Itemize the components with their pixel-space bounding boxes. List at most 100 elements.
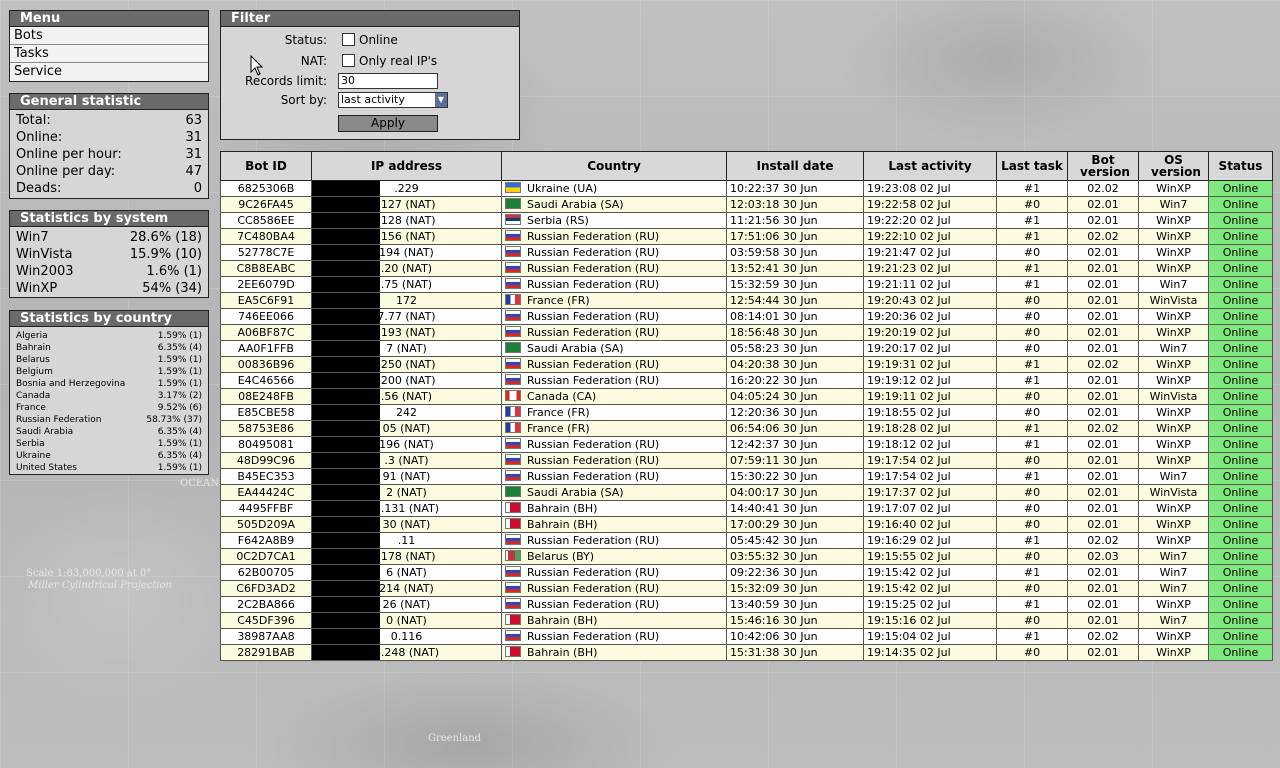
bot-id-cell[interactable]: C45DF396 <box>220 612 312 629</box>
status-online-checkbox[interactable] <box>342 33 355 46</box>
menu-item-bots[interactable]: Bots <box>10 27 208 45</box>
bot-id-cell[interactable]: 08E248FB <box>220 388 312 405</box>
redaction-block <box>312 613 380 628</box>
country-stat-name: Canada <box>16 391 51 401</box>
table-row[interactable]: 2EE6079D .75 (NAT) Russian Federation (RU)… <box>220 276 1273 293</box>
ip-address-text: .127 (NAT) <box>377 197 436 211</box>
table-row[interactable]: CC8586EE .128 (NAT) Serbia (RS) 11:21:56 30… <box>220 212 1273 229</box>
country-cell: Saudi Arabia (SA) <box>501 196 727 213</box>
bot-id-cell[interactable]: 62B00705 <box>220 564 312 581</box>
country-text: Bahrain (BH) <box>527 645 598 659</box>
ip-address-cell: 0 (NAT) <box>311 612 502 629</box>
table-row[interactable]: 80495081 196 (NAT) Russian Federation (RU)… <box>220 436 1273 453</box>
header-status[interactable]: Status <box>1208 151 1273 181</box>
table-row[interactable]: C6FD3AD2 214 (NAT) Russian Federation (RU)… <box>220 580 1273 597</box>
table-row[interactable]: 7C480BA4 .156 (NAT) Russian Federation (RU… <box>220 228 1273 245</box>
table-row[interactable]: C45DF396 0 (NAT) Bahrain (BH) 15:46:16 30 J… <box>220 612 1273 629</box>
ip-address-text: .20 (NAT) <box>380 261 433 275</box>
filter-panel: Filter Status: Online NAT: Only real IP'… <box>220 10 520 140</box>
table-row[interactable]: 08E248FB .56 (NAT) Canada (CA) 04:05:24 30 … <box>220 388 1273 405</box>
bot-id-cell[interactable]: 38987AA8 <box>220 628 312 645</box>
table-row[interactable]: 48D99C96 .3 (NAT) Russian Federation (RU) 0… <box>220 452 1273 469</box>
table-row[interactable]: 58753E86 05 (NAT) France (FR) 06:54:06 30 J… <box>220 420 1273 437</box>
table-row[interactable]: E4C46566 .200 (NAT) Russian Federation (RU… <box>220 372 1273 389</box>
bot-id-cell[interactable]: 58753E86 <box>220 420 312 437</box>
bot-id-cell[interactable]: 0C2D7CA1 <box>220 548 312 565</box>
country-text: Russian Federation (RU) <box>527 629 660 643</box>
table-row[interactable]: 62B00705 6 (NAT) Russian Federation (RU) 09… <box>220 564 1273 581</box>
bot-id-cell[interactable]: C8B8EABC <box>220 260 312 277</box>
last-activity-cell: 19:19:31 02 Jul <box>863 356 997 373</box>
header-bot-version[interactable]: Bot version <box>1067 151 1139 181</box>
chevron-down-icon[interactable]: ▼ <box>435 93 447 107</box>
table-row[interactable]: 0C2D7CA1 .178 (NAT) Belarus (BY) 03:55:32 3… <box>220 548 1273 565</box>
table-row[interactable]: EA44424C 2 (NAT) Saudi Arabia (SA) 04:00:17… <box>220 484 1273 501</box>
country-cell: Saudi Arabia (SA) <box>501 484 727 501</box>
bot-id-cell[interactable]: 2C2BA866 <box>220 596 312 613</box>
table-row[interactable]: 52778C7E 194 (NAT) Russian Federation (RU)… <box>220 244 1273 261</box>
bot-id-cell[interactable]: 9C26FA45 <box>220 196 312 213</box>
bot-id-cell[interactable]: 6825306B <box>220 180 312 197</box>
bot-id-cell[interactable]: 746EE066 <box>220 308 312 325</box>
flag-icon <box>505 517 521 529</box>
bot-id-cell[interactable]: EA44424C <box>220 484 312 501</box>
bot-id-cell[interactable]: 48D99C96 <box>220 452 312 469</box>
bot-id-cell[interactable]: 80495081 <box>220 436 312 453</box>
bot-id-cell[interactable]: F642A8B9 <box>220 532 312 549</box>
table-row[interactable]: F642A8B9 .11 Russian Federation (RU) 05:45:… <box>220 532 1273 549</box>
table-row[interactable]: C8B8EABC .20 (NAT) Russian Federation (RU)… <box>220 260 1273 277</box>
ip-address-text: 91 (NAT) <box>382 469 431 483</box>
bot-id-cell[interactable]: A06BF87C <box>220 324 312 341</box>
table-row[interactable]: 28291BAB 6.248 (NAT) Bahrain (BH) 15:31:38 … <box>220 644 1273 661</box>
bot-id-cell[interactable]: 7C480BA4 <box>220 228 312 245</box>
table-row[interactable]: 746EE066 7.77 (NAT) Russian Federation (RU… <box>220 308 1273 325</box>
table-row[interactable]: 2C2BA866 26 (NAT) Russian Federation (RU) 1… <box>220 596 1273 613</box>
sort-by-select[interactable]: last activity ▼ <box>338 92 448 108</box>
os-version-cell: WinXP <box>1138 596 1209 613</box>
header-os-version[interactable]: OS version <box>1138 151 1209 181</box>
bot-id-cell[interactable]: E85CBE58 <box>220 404 312 421</box>
records-limit-input[interactable]: 30 <box>338 73 438 89</box>
bot-id-cell[interactable]: 52778C7E <box>220 244 312 261</box>
bot-id-cell[interactable]: 505D209A <box>220 516 312 533</box>
bot-id-cell[interactable]: 4495FFBF <box>220 500 312 517</box>
bot-id-cell[interactable]: EA5C6F91 <box>220 292 312 309</box>
table-row[interactable]: B45EC353 91 (NAT) Russian Federation (RU) 1… <box>220 468 1273 485</box>
header-last-activity[interactable]: Last activity <box>863 151 997 181</box>
bot-id-cell[interactable]: E4C46566 <box>220 372 312 389</box>
header-install-date[interactable]: Install date <box>726 151 864 181</box>
table-row[interactable]: E85CBE58 242 France (FR) 12:20:36 30 Jun 19:… <box>220 404 1273 421</box>
table-row[interactable]: 38987AA8 0.116 Russian Federation (RU) 10:4… <box>220 628 1273 645</box>
country-stat-row: Ukraine 6.35% (4) <box>10 450 208 462</box>
header-bot-id[interactable]: Bot ID <box>220 151 312 181</box>
only-real-ips-checkbox[interactable] <box>342 54 355 67</box>
bot-version-cell: 02.01 <box>1067 612 1139 629</box>
menu-item-tasks[interactable]: Tasks <box>10 45 208 63</box>
table-row[interactable]: EA5C6F91 172 France (FR) 12:54:44 30 Jun 19:… <box>220 292 1273 309</box>
header-last-task[interactable]: Last task <box>996 151 1068 181</box>
os-version-cell: WinXP <box>1138 404 1209 421</box>
table-row[interactable]: 9C26FA45 .127 (NAT) Saudi Arabia (SA) 12:03… <box>220 196 1273 213</box>
table-row[interactable]: AA0F1FFB 7 (NAT) Saudi Arabia (SA) 05:58:23… <box>220 340 1273 357</box>
table-row[interactable]: 4495FFBF 8.131 (NAT) Bahrain (BH) 14:40:41 … <box>220 500 1273 517</box>
menu-item-service[interactable]: Service <box>10 63 208 81</box>
bot-id-cell[interactable]: AA0F1FFB <box>220 340 312 357</box>
bot-id-cell[interactable]: 2EE6079D <box>220 276 312 293</box>
country-text: Russian Federation (RU) <box>527 277 660 291</box>
country-text: France (FR) <box>527 421 590 435</box>
table-row[interactable]: 505D209A 30 (NAT) Bahrain (BH) 17:00:29 30 … <box>220 516 1273 533</box>
header-country[interactable]: Country <box>501 151 727 181</box>
redaction-block <box>312 229 380 244</box>
bot-id-cell[interactable]: CC8586EE <box>220 212 312 229</box>
bot-id-cell[interactable]: B45EC353 <box>220 468 312 485</box>
apply-button[interactable]: Apply <box>338 115 438 132</box>
sort-by-value: last activity <box>341 93 405 106</box>
bot-id-cell[interactable]: 00836B96 <box>220 356 312 373</box>
table-row[interactable]: A06BF87C .193 (NAT) Russian Federation (RU… <box>220 324 1273 341</box>
redaction-block <box>312 405 380 420</box>
bot-id-cell[interactable]: C6FD3AD2 <box>220 580 312 597</box>
header-ip-address[interactable]: IP address <box>311 151 502 181</box>
bot-id-cell[interactable]: 28291BAB <box>220 644 312 661</box>
table-row[interactable]: 00836B96 .250 (NAT) Russian Federation (RU… <box>220 356 1273 373</box>
table-row[interactable]: 6825306B .229 Ukraine (UA) 10:22:37 30 Jun 1… <box>220 180 1273 197</box>
